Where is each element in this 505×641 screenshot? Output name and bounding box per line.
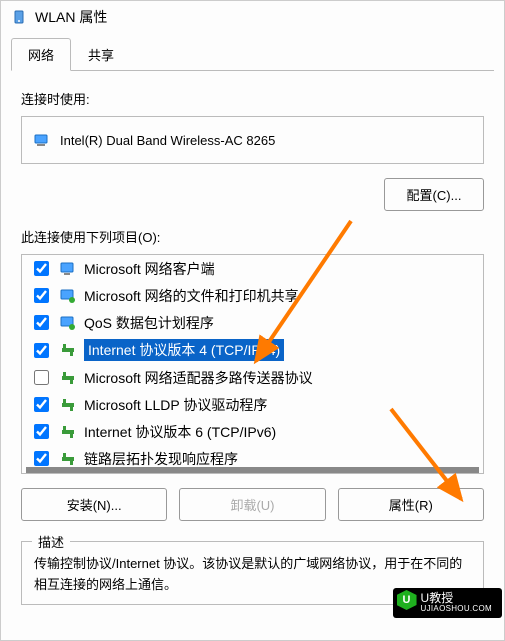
configure-button[interactable]: 配置(C)... (384, 178, 484, 211)
adapter-box: Intel(R) Dual Band Wireless-AC 8265 (21, 116, 484, 164)
proto-icon (60, 370, 76, 386)
list-item[interactable]: Microsoft 网络适配器多路传送器协议 (22, 364, 483, 391)
service-icon (60, 288, 76, 304)
item-label: Internet 协议版本 4 (TCP/IPv4) (84, 339, 284, 361)
service-icon (60, 315, 76, 331)
watermark: U U教授 UJIAOSHOU.COM (393, 588, 502, 618)
item-label: 链路层拓扑发现响应程序 (84, 449, 238, 469)
description-title: 描述 (32, 532, 70, 551)
item-label: Microsoft 网络客户端 (84, 259, 215, 279)
proto-icon (60, 397, 76, 413)
list-item[interactable]: QoS 数据包计划程序 (22, 309, 483, 336)
item-checkbox[interactable] (34, 343, 49, 358)
item-checkbox[interactable] (34, 288, 49, 303)
window-title: WLAN 属性 (35, 7, 107, 27)
wlan-properties-window: WLAN 属性 网络 共享 连接时使用: Intel(R) Dual Band … (0, 0, 505, 641)
tabs: 网络 共享 (11, 37, 494, 71)
properties-button[interactable]: 属性(R) (338, 488, 484, 521)
proto-icon (60, 342, 76, 358)
item-label: Internet 协议版本 6 (TCP/IPv6) (84, 422, 276, 442)
list-item[interactable]: Microsoft LLDP 协议驱动程序 (22, 391, 483, 418)
items-listbox[interactable]: Microsoft 网络客户端 Microsoft 网络的文件和打印机共享 QoS … (21, 254, 484, 474)
tab-sharing[interactable]: 共享 (71, 38, 131, 71)
item-label: Microsoft 网络的文件和打印机共享 (84, 286, 299, 306)
list-item[interactable]: Microsoft 网络的文件和打印机共享 (22, 282, 483, 309)
client-icon (60, 261, 76, 277)
adapter-name: Intel(R) Dual Band Wireless-AC 8265 (60, 133, 275, 148)
wlan-icon (11, 9, 27, 25)
list-item[interactable]: Internet 协议版本 6 (TCP/IPv6) (22, 418, 483, 445)
uninstall-button[interactable]: 卸载(U) (179, 488, 325, 521)
item-checkbox[interactable] (34, 261, 49, 276)
horizontal-scrollbar[interactable] (26, 467, 479, 473)
item-checkbox[interactable] (34, 424, 49, 439)
item-label: Microsoft 网络适配器多路传送器协议 (84, 368, 313, 388)
item-checkbox[interactable] (34, 451, 49, 466)
watermark-logo-icon: U (397, 590, 417, 610)
action-row: 安装(N)... 卸载(U) 属性(R) (21, 488, 484, 521)
item-checkbox[interactable] (34, 315, 49, 330)
items-label: 此连接使用下列项目(O): (21, 227, 484, 246)
proto-icon (60, 424, 76, 440)
tab-network[interactable]: 网络 (11, 38, 71, 71)
watermark-url: UJIAOSHOU.COM (421, 605, 492, 614)
connect-using-label: 连接时使用: (21, 89, 484, 108)
item-checkbox[interactable] (34, 397, 49, 412)
network-panel: 连接时使用: Intel(R) Dual Band Wireless-AC 82… (1, 71, 504, 640)
item-checkbox[interactable] (34, 370, 49, 385)
titlebar: WLAN 属性 (1, 1, 504, 33)
proto-icon (60, 451, 76, 467)
install-button[interactable]: 安装(N)... (21, 488, 167, 521)
adapter-icon (34, 132, 50, 148)
list-item[interactable]: Microsoft 网络客户端 (22, 255, 483, 282)
list-item[interactable]: Internet 协议版本 4 (TCP/IPv4) (22, 336, 483, 364)
item-label: Microsoft LLDP 协议驱动程序 (84, 395, 267, 415)
item-label: QoS 数据包计划程序 (84, 313, 214, 333)
